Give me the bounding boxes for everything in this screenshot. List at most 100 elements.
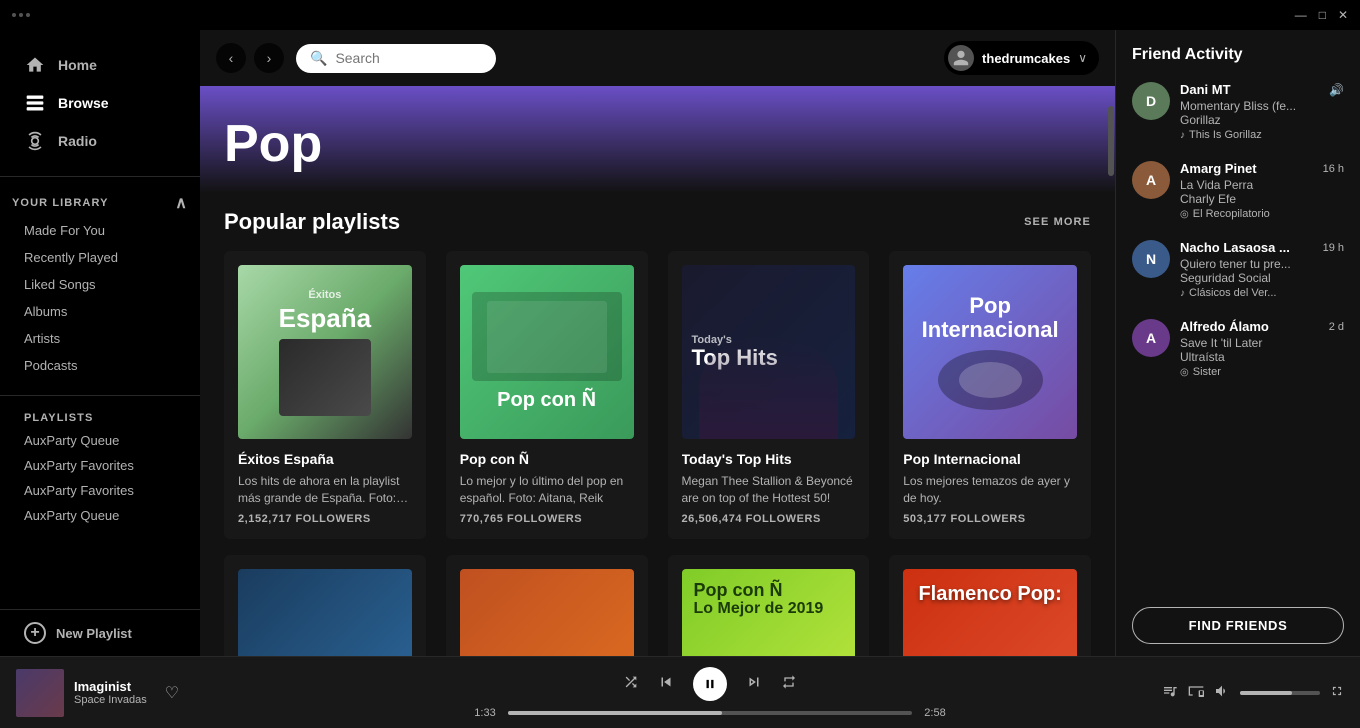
main-content: Pop Popular playlists SEE MORE Éxitos	[200, 86, 1115, 656]
playlist-card-popclasico[interactable]: Pop Clásico	[224, 555, 426, 656]
circle-icon-amarg: ◎	[1180, 209, 1189, 220]
playlist-cover-popn: Pop con Ñ	[460, 265, 634, 439]
avatar	[948, 45, 974, 71]
friend-time-alfredo: 2 d	[1329, 321, 1344, 333]
user-profile[interactable]: thedrumcakes ∨	[944, 41, 1099, 75]
album-art	[16, 669, 64, 717]
playlist-followers-exitos: 2,152,717 FOLLOWERS	[238, 513, 412, 525]
shuffle-button[interactable]	[623, 674, 639, 693]
find-friends-button[interactable]: FIND FRIENDS	[1132, 607, 1344, 644]
fullscreen-button[interactable]	[1330, 684, 1344, 701]
friend-artist-alfredo: Ultraísta	[1180, 350, 1344, 364]
friend-playlist-amarg: El Recopilatorio	[1193, 208, 1270, 220]
playlist-item-aux2[interactable]: AuxParty Favorites	[0, 453, 200, 478]
devices-button[interactable]	[1188, 683, 1204, 702]
playlist-item-aux4[interactable]: AuxParty Queue	[0, 503, 200, 528]
progress-bar[interactable]	[508, 711, 912, 715]
library-collapse-icon[interactable]: ∧	[175, 193, 188, 213]
volume-bar[interactable]	[1240, 691, 1320, 695]
search-bar[interactable]: 🔍	[296, 44, 496, 73]
friend-avatar-amarg: A	[1132, 161, 1170, 199]
playlist-card-flamencop2[interactable]: Flamenco Pop:	[889, 555, 1091, 656]
sidebar-item-podcasts[interactable]: Podcasts	[0, 352, 200, 379]
np-left: Imaginist Space Invadas ♡	[16, 669, 296, 717]
minimize-button[interactable]: —	[1295, 8, 1307, 22]
maximize-button[interactable]: □	[1319, 8, 1326, 22]
sidebar-item-made-for-you[interactable]: Made For You	[0, 217, 200, 244]
back-button[interactable]: ‹	[216, 43, 246, 73]
new-playlist-button[interactable]: + New Playlist	[0, 609, 200, 656]
playlist-name-popintl: Pop Internacional	[903, 451, 1077, 467]
np-center: 1:33 2:58	[296, 667, 1124, 719]
user-name: thedrumcakes	[982, 51, 1070, 66]
friend-track-amarg: La Vida Perra	[1180, 178, 1344, 192]
friend-name-alfredo: Alfredo Álamo	[1180, 319, 1269, 334]
close-button[interactable]: ✕	[1338, 8, 1348, 22]
playlist-desc-popintl: Los mejores temazos de ayer y de hoy.	[903, 473, 1077, 507]
playlist-cover-popintl: PopInternacional	[903, 265, 1077, 439]
playlist-item-aux1[interactable]: AuxParty Queue	[0, 428, 200, 453]
playlist-card-flamencop[interactable]: Flamenco Pop	[446, 555, 648, 656]
speaker-icon-dani: 🔊	[1329, 83, 1344, 97]
playlist-item-aux3[interactable]: AuxParty Favorites	[0, 478, 200, 503]
sidebar-item-recently-played[interactable]: Recently Played	[0, 244, 200, 271]
playlist-cover-flamencop: Flamenco Pop	[460, 569, 634, 656]
friend-item-dani: D Dani MT 🔊 Momentary Bliss (fe... Goril…	[1116, 72, 1360, 151]
see-more-button[interactable]: SEE MORE	[1024, 216, 1091, 228]
friend-item-alfredo: A Alfredo Álamo 2 d Save It 'til Later U…	[1116, 309, 1360, 388]
home-icon	[24, 54, 46, 76]
progress-fill	[508, 711, 722, 715]
playlist-card-popintl[interactable]: PopInternacional Pop Internacional Los m…	[889, 251, 1091, 538]
sidebar-item-liked-songs[interactable]: Liked Songs	[0, 271, 200, 298]
friend-name-dani: Dani MT	[1180, 82, 1231, 97]
circle-icon-alfredo: ◎	[1180, 367, 1189, 378]
page-title: Pop	[224, 116, 1091, 173]
queue-button[interactable]	[1162, 683, 1178, 702]
forward-button[interactable]: ›	[254, 43, 284, 73]
playlist-name-exitos: Éxitos España	[238, 451, 412, 467]
friend-time-amarg: 16 h	[1323, 163, 1344, 175]
playlist-followers-popn: 770,765 FOLLOWERS	[460, 513, 634, 525]
search-input[interactable]	[335, 50, 475, 66]
section-title-popular: Popular playlists	[224, 209, 400, 235]
dots-menu[interactable]	[12, 13, 30, 17]
friend-item-amarg: A Amarg Pinet 16 h La Vida Perra Charly …	[1116, 151, 1360, 230]
friend-artist-dani: Gorillaz	[1180, 113, 1344, 127]
friend-avatar-alfredo: A	[1132, 319, 1170, 357]
scrollbar[interactable]	[1107, 86, 1115, 656]
window-chrome: — □ ✕	[0, 0, 1360, 30]
sidebar-item-artists[interactable]: Artists	[0, 325, 200, 352]
friend-name-amarg: Amarg Pinet	[1180, 161, 1257, 176]
playlist-card-exitos[interactable]: Éxitos España Éxitos España Los hits de …	[224, 251, 426, 538]
playlist-followers-popintl: 503,177 FOLLOWERS	[903, 513, 1077, 525]
friend-playlist-nacho: Clásicos del Ver...	[1189, 287, 1276, 299]
radio-icon	[24, 130, 46, 152]
playlist-cover-popn2019: Pop con Ñ Lo Mejor de 2019	[682, 569, 856, 656]
playlist-cover-exitos: Éxitos España	[238, 265, 412, 439]
sidebar-item-radio[interactable]: Radio	[12, 122, 188, 160]
friend-avatar-dani: D	[1132, 82, 1170, 120]
playlist-followers-tophits: 26,506,474 FOLLOWERS	[682, 513, 856, 525]
friend-track-nacho: Quiero tener tu pre...	[1180, 257, 1344, 271]
friend-name-nacho: Nacho Lasaosa ...	[1180, 240, 1290, 255]
play-pause-button[interactable]	[693, 667, 727, 701]
repeat-button[interactable]	[781, 674, 797, 693]
friend-item-nacho: N Nacho Lasaosa ... 19 h Quiero tener tu…	[1116, 230, 1360, 309]
now-playing-bar: Imaginist Space Invadas ♡	[0, 656, 1360, 728]
playlist-grid-2: Pop Clásico Flamenco Pop Pop con Ñ Lo Me	[224, 555, 1091, 656]
your-library-header: YOUR LIBRARY ∧	[0, 185, 200, 217]
friend-track-dani: Momentary Bliss (fe...	[1180, 99, 1344, 113]
sidebar-item-home[interactable]: Home	[12, 46, 188, 84]
search-icon: 🔍	[310, 50, 327, 67]
next-button[interactable]	[745, 673, 763, 694]
note-icon-nacho: ♪	[1180, 288, 1185, 299]
np-progress[interactable]: 1:33 2:58	[470, 707, 950, 719]
playlist-card-popn[interactable]: Pop con Ñ Pop con Ñ Lo mejor y lo último…	[446, 251, 648, 538]
playlist-card-popn2019[interactable]: Pop con Ñ Lo Mejor de 2019	[668, 555, 870, 656]
playlist-card-tophits[interactable]: Today's Top Hits Today's Top Hits Megan …	[668, 251, 870, 538]
heart-button[interactable]: ♡	[165, 683, 179, 703]
sidebar-item-albums[interactable]: Albums	[0, 298, 200, 325]
previous-button[interactable]	[657, 673, 675, 694]
second-row-section: Pop Clásico Flamenco Pop Pop con Ñ Lo Me	[200, 555, 1115, 656]
sidebar-item-browse[interactable]: Browse	[12, 84, 188, 122]
